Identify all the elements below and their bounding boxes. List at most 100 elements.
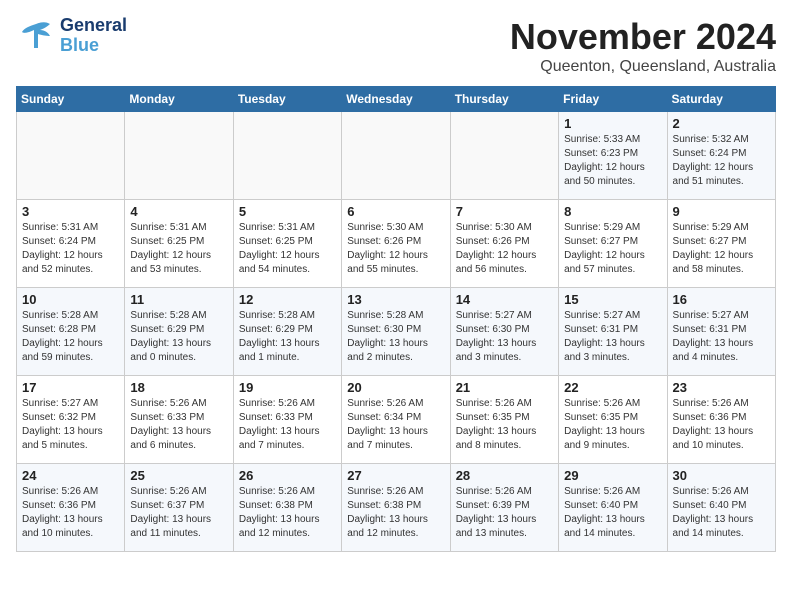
day-number: 6 [347,204,444,219]
day-number: 25 [130,468,227,483]
calendar-cell: 15 Sunrise: 5:27 AM Sunset: 6:31 PM Dayli… [559,288,667,376]
location: Queenton, Queensland, Australia [510,58,776,76]
day-number: 17 [22,380,119,395]
day-number: 23 [673,380,770,395]
calendar-cell: 6Sunrise: 5:30 AM Sunset: 6:26 PM Daylig… [342,200,450,288]
calendar-cell: 28 Sunrise: 5:26 AM Sunset: 6:39 PM Dayli… [450,464,558,552]
calendar-cell: 27Sunrise: 5:26 AM Sunset: 6:38 PM Dayli… [342,464,450,552]
calendar-cell: 1 Sunrise: 5:33 AM Sunset: 6:23 PM Daylig… [559,112,667,200]
weekday-header: Sunday [17,87,125,112]
day-info: Sunrise: 5:31 AM Sunset: 6:25 PM Dayligh… [130,221,227,277]
calendar-cell: 11 Sunrise: 5:28 AM Sunset: 6:29 PM Dayli… [125,288,233,376]
day-number: 13 [347,292,444,307]
day-info: Sunrise: 5:31 AM Sunset: 6:24 PM Dayligh… [22,221,119,277]
day-number: 29 [564,468,661,483]
day-info: Sunrise: 5:29 AM Sunset: 6:27 PM Dayligh… [564,221,661,277]
calendar-cell: 17 Sunrise: 5:27 AM Sunset: 6:32 PM Dayli… [17,376,125,464]
day-info: Sunrise: 5:26 AM Sunset: 6:36 PM Dayligh… [673,397,770,453]
day-number: 19 [239,380,336,395]
day-info: Sunrise: 5:28 AM Sunset: 6:28 PM Dayligh… [22,309,119,365]
day-number: 30 [673,468,770,483]
day-number: 11 [130,292,227,307]
calendar-cell [450,112,558,200]
calendar-header: SundayMondayTuesdayWednesdayThursdayFrid… [17,87,776,112]
day-info: Sunrise: 5:30 AM Sunset: 6:26 PM Dayligh… [456,221,553,277]
calendar-cell: 20Sunrise: 5:26 AM Sunset: 6:34 PM Dayli… [342,376,450,464]
day-number: 26 [239,468,336,483]
day-number: 16 [673,292,770,307]
day-number: 24 [22,468,119,483]
page-header: General Blue November 2024 Queenton, Que… [16,16,776,76]
calendar-cell: 12Sunrise: 5:28 AM Sunset: 6:29 PM Dayli… [233,288,341,376]
month-title: November 2024 [510,16,776,58]
day-info: Sunrise: 5:26 AM Sunset: 6:34 PM Dayligh… [347,397,444,453]
weekday-header: Tuesday [233,87,341,112]
day-info: Sunrise: 5:26 AM Sunset: 6:39 PM Dayligh… [456,485,553,541]
title-block: November 2024 Queenton, Queensland, Aust… [510,16,776,76]
day-info: Sunrise: 5:26 AM Sunset: 6:33 PM Dayligh… [130,397,227,453]
calendar-cell [125,112,233,200]
weekday-header: Saturday [667,87,775,112]
calendar-cell: 30Sunrise: 5:26 AM Sunset: 6:40 PM Dayli… [667,464,775,552]
day-number: 15 [564,292,661,307]
calendar-cell: 2 Sunrise: 5:32 AM Sunset: 6:24 PM Daylig… [667,112,775,200]
day-number: 2 [673,116,770,131]
day-number: 21 [456,380,553,395]
calendar-cell: 29 Sunrise: 5:26 AM Sunset: 6:40 PM Dayli… [559,464,667,552]
day-info: Sunrise: 5:27 AM Sunset: 6:30 PM Dayligh… [456,309,553,365]
logo-text: General Blue [60,16,127,56]
day-number: 7 [456,204,553,219]
day-info: Sunrise: 5:26 AM Sunset: 6:38 PM Dayligh… [347,485,444,541]
day-number: 3 [22,204,119,219]
day-info: Sunrise: 5:33 AM Sunset: 6:23 PM Dayligh… [564,133,661,189]
calendar-table: SundayMondayTuesdayWednesdayThursdayFrid… [16,86,776,552]
day-info: Sunrise: 5:26 AM Sunset: 6:35 PM Dayligh… [564,397,661,453]
calendar-cell [342,112,450,200]
weekday-header: Wednesday [342,87,450,112]
day-number: 4 [130,204,227,219]
day-info: Sunrise: 5:31 AM Sunset: 6:25 PM Dayligh… [239,221,336,277]
calendar-cell: 13 Sunrise: 5:28 AM Sunset: 6:30 PM Dayli… [342,288,450,376]
weekday-header: Friday [559,87,667,112]
calendar-cell: 19 Sunrise: 5:26 AM Sunset: 6:33 PM Dayli… [233,376,341,464]
calendar-week: 17 Sunrise: 5:27 AM Sunset: 6:32 PM Dayli… [17,376,776,464]
calendar-cell: 5 Sunrise: 5:31 AM Sunset: 6:25 PM Daylig… [233,200,341,288]
day-info: Sunrise: 5:28 AM Sunset: 6:30 PM Dayligh… [347,309,444,365]
day-info: Sunrise: 5:32 AM Sunset: 6:24 PM Dayligh… [673,133,770,189]
day-number: 28 [456,468,553,483]
calendar-cell: 24Sunrise: 5:26 AM Sunset: 6:36 PM Dayli… [17,464,125,552]
day-info: Sunrise: 5:26 AM Sunset: 6:33 PM Dayligh… [239,397,336,453]
calendar-cell: 8Sunrise: 5:29 AM Sunset: 6:27 PM Daylig… [559,200,667,288]
calendar-cell: 25 Sunrise: 5:26 AM Sunset: 6:37 PM Dayli… [125,464,233,552]
day-info: Sunrise: 5:29 AM Sunset: 6:27 PM Dayligh… [673,221,770,277]
day-info: Sunrise: 5:27 AM Sunset: 6:31 PM Dayligh… [564,309,661,365]
calendar-cell: 18 Sunrise: 5:26 AM Sunset: 6:33 PM Dayli… [125,376,233,464]
day-info: Sunrise: 5:27 AM Sunset: 6:32 PM Dayligh… [22,397,119,453]
calendar-week: 1 Sunrise: 5:33 AM Sunset: 6:23 PM Daylig… [17,112,776,200]
day-number: 22 [564,380,661,395]
day-number: 9 [673,204,770,219]
logo: General Blue [16,16,127,56]
calendar-cell: 26 Sunrise: 5:26 AM Sunset: 6:38 PM Dayli… [233,464,341,552]
day-info: Sunrise: 5:26 AM Sunset: 6:35 PM Dayligh… [456,397,553,453]
weekday-header: Monday [125,87,233,112]
calendar-cell: 21 Sunrise: 5:26 AM Sunset: 6:35 PM Dayli… [450,376,558,464]
calendar-cell: 3 Sunrise: 5:31 AM Sunset: 6:24 PM Daylig… [17,200,125,288]
day-info: Sunrise: 5:26 AM Sunset: 6:38 PM Dayligh… [239,485,336,541]
calendar-cell: 10Sunrise: 5:28 AM Sunset: 6:28 PM Dayli… [17,288,125,376]
day-number: 1 [564,116,661,131]
weekday-header: Thursday [450,87,558,112]
day-info: Sunrise: 5:27 AM Sunset: 6:31 PM Dayligh… [673,309,770,365]
day-info: Sunrise: 5:26 AM Sunset: 6:40 PM Dayligh… [564,485,661,541]
logo-blue: Blue [60,36,127,56]
day-number: 18 [130,380,227,395]
day-info: Sunrise: 5:28 AM Sunset: 6:29 PM Dayligh… [130,309,227,365]
day-number: 12 [239,292,336,307]
calendar-week: 10Sunrise: 5:28 AM Sunset: 6:28 PM Dayli… [17,288,776,376]
day-info: Sunrise: 5:26 AM Sunset: 6:37 PM Dayligh… [130,485,227,541]
calendar-cell: 22 Sunrise: 5:26 AM Sunset: 6:35 PM Dayli… [559,376,667,464]
calendar-week: 3 Sunrise: 5:31 AM Sunset: 6:24 PM Daylig… [17,200,776,288]
calendar-cell: 4 Sunrise: 5:31 AM Sunset: 6:25 PM Daylig… [125,200,233,288]
calendar-body: 1 Sunrise: 5:33 AM Sunset: 6:23 PM Daylig… [17,112,776,552]
day-number: 5 [239,204,336,219]
